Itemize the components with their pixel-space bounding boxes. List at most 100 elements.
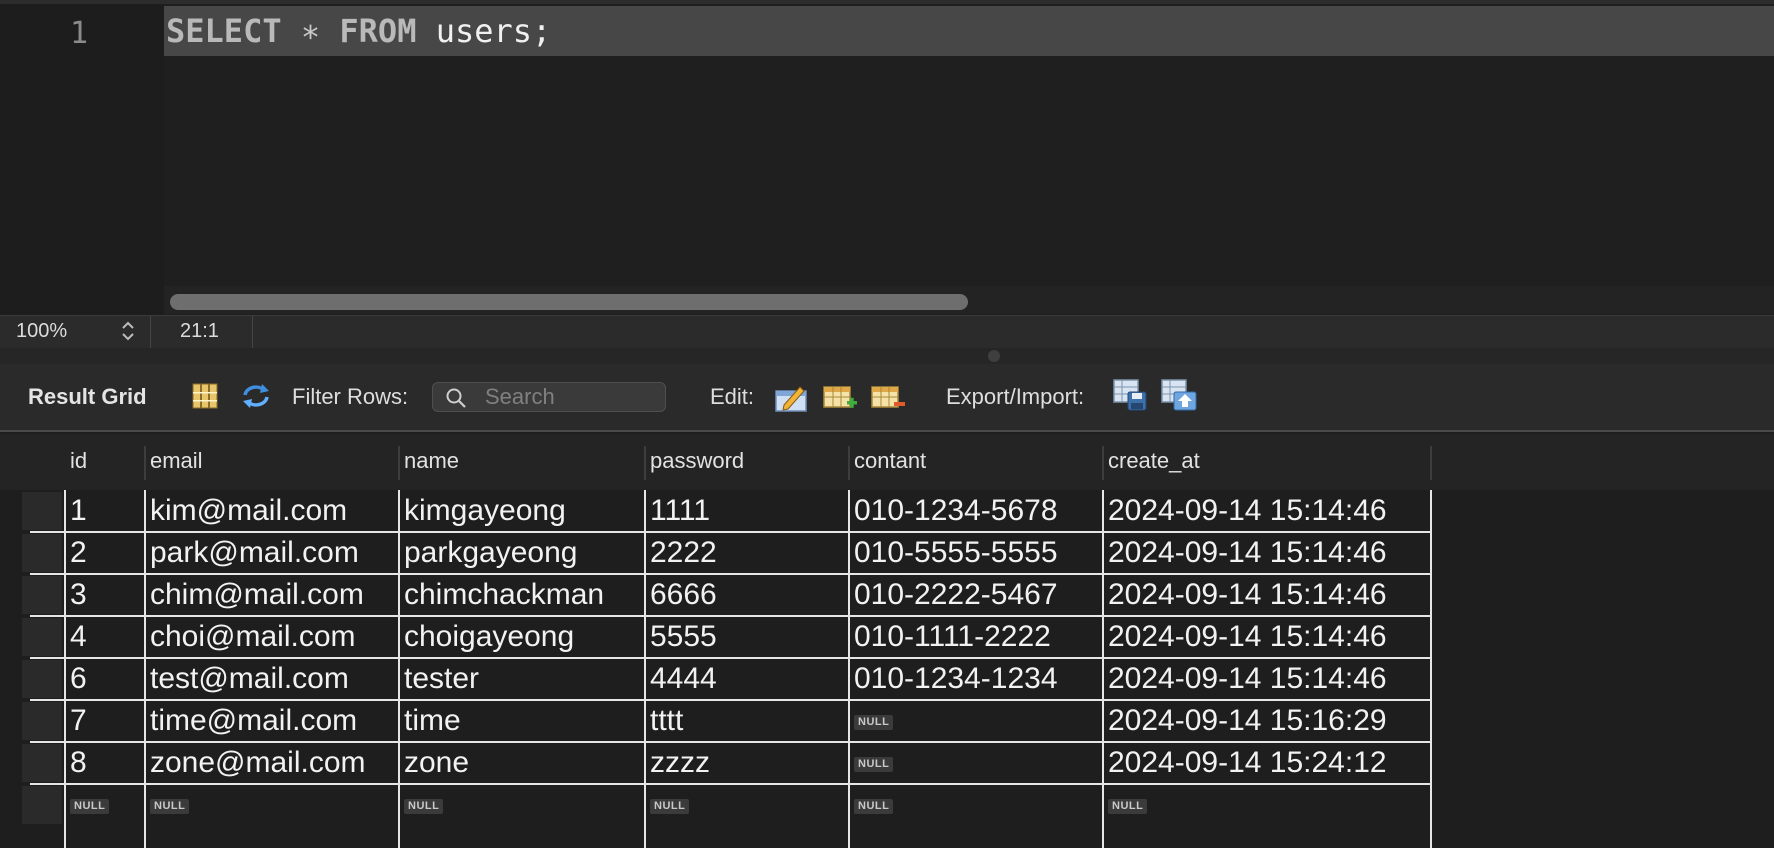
cell-create-at[interactable]: 2024-09-14 15:14:46 [1108,490,1428,532]
cell-contant[interactable]: NULL [854,742,1100,784]
editor-horizontal-scrollbar[interactable] [164,286,1774,314]
filter-search-box[interactable] [432,382,666,412]
row-selector[interactable] [22,786,62,824]
table-row[interactable]: 3 chim@mail.com chimchackman 6666 010-2222-5… [0,574,1774,616]
header-divider[interactable] [848,446,850,480]
cell-create-at[interactable]: NULL [1108,784,1428,826]
cell-password[interactable]: 5555 [650,616,846,658]
cell-id[interactable]: 7 [70,700,142,742]
cell-id[interactable]: 8 [70,742,142,784]
grid-layout-icon[interactable] [190,381,220,411]
header-divider[interactable] [644,446,646,480]
delete-row-icon[interactable] [870,381,906,413]
panel-splitter[interactable] [0,348,1774,364]
cell-id[interactable]: 2 [70,532,142,574]
column-header-contant[interactable]: contant [854,448,926,474]
cell-name[interactable]: time [404,700,642,742]
cell-email[interactable]: test@mail.com [150,658,396,700]
current-code-line[interactable]: SELECT ∗ FROM users; [164,6,1774,56]
cell-name[interactable]: NULL [404,784,642,826]
cell-create-at[interactable]: 2024-09-14 15:14:46 [1108,658,1428,700]
cell-id[interactable]: 1 [70,490,142,532]
mysql-workbench-window: 1 SELECT ∗ FROM users; 100% 21:1 Result … [0,0,1774,848]
table-row[interactable]: 7 time@mail.com time tttt NULL 2024-09-14 15:… [0,700,1774,742]
cell-email[interactable]: kim@mail.com [150,490,396,532]
zoom-stepper[interactable] [116,318,140,346]
cell-create-at[interactable]: 2024-09-14 15:14:46 [1108,574,1428,616]
cell-email[interactable]: NULL [150,784,396,826]
null-badge: NULL [854,756,894,772]
cell-email[interactable]: time@mail.com [150,700,396,742]
sql-editor[interactable]: 1 SELECT ∗ FROM users; [0,0,1774,315]
cell-contant[interactable]: 010-1111-2222 [854,616,1100,658]
add-row-icon[interactable] [822,381,858,413]
cell-contant[interactable]: 010-1234-5678 [854,490,1100,532]
column-header-name[interactable]: name [404,448,459,474]
cell-create-at[interactable]: 2024-09-14 15:14:46 [1108,616,1428,658]
cell-email[interactable]: choi@mail.com [150,616,396,658]
cell-contant[interactable]: 010-5555-5555 [854,532,1100,574]
refresh-icon[interactable] [240,381,270,411]
table-row[interactable]: 6 test@mail.com tester 4444 010-1234-1234 202… [0,658,1774,700]
export-icon[interactable] [1112,378,1148,412]
edit-row-icon[interactable] [774,381,808,413]
cell-create-at[interactable]: 2024-09-14 15:24:12 [1108,742,1428,784]
column-header-password[interactable]: password [650,448,744,474]
table-row[interactable]: 2 park@mail.com parkgayeong 2222 010-5555-55… [0,532,1774,574]
cell-create-at[interactable]: 2024-09-14 15:14:46 [1108,532,1428,574]
cell-email[interactable]: chim@mail.com [150,574,396,616]
cell-password[interactable]: 1111 [650,490,846,532]
result-grid[interactable]: id email name password contant create_at… [0,430,1774,848]
header-divider[interactable] [1430,446,1432,480]
cell-password[interactable]: 6666 [650,574,846,616]
cell-id[interactable]: 6 [70,658,142,700]
cell-contant[interactable]: 010-1234-1234 [854,658,1100,700]
cell-name[interactable]: kimgayeong [404,490,642,532]
cell-create-at[interactable]: 2024-09-14 15:16:29 [1108,700,1428,742]
search-input[interactable] [485,383,661,411]
column-header-id[interactable]: id [70,448,87,474]
cell-value: 010-1111-2222 [854,620,1051,653]
row-separator [30,573,1430,575]
cell-name[interactable]: choigayeong [404,616,642,658]
column-header-create-at[interactable]: create_at [1108,448,1200,474]
cell-name[interactable]: tester [404,658,642,700]
import-icon[interactable] [1160,378,1198,412]
cell-password[interactable]: zzzz [650,742,846,784]
row-selector[interactable] [22,618,62,656]
cell-value: 1 [70,494,87,527]
row-selector[interactable] [22,660,62,698]
table-row[interactable]: 4 choi@mail.com choigayeong 5555 010-1111-22… [0,616,1774,658]
cell-name[interactable]: zone [404,742,642,784]
cell-id[interactable]: 3 [70,574,142,616]
scrollbar-thumb[interactable] [170,294,968,310]
cell-contant[interactable]: NULL [854,700,1100,742]
cell-password[interactable]: 4444 [650,658,846,700]
cell-contant[interactable]: NULL [854,784,1100,826]
cell-password[interactable]: NULL [650,784,846,826]
table-row[interactable]: 8 zone@mail.com zone zzzz NULL 2024-09-14 15:… [0,742,1774,784]
cell-value: 010-5555-5555 [854,536,1058,569]
cell-password[interactable]: 2222 [650,532,846,574]
cell-email[interactable]: park@mail.com [150,532,396,574]
row-selector[interactable] [22,576,62,614]
header-divider[interactable] [144,446,146,480]
column-header-email[interactable]: email [150,448,203,474]
chevron-up-down-icon [122,321,134,341]
row-selector[interactable] [22,744,62,782]
cell-name[interactable]: parkgayeong [404,532,642,574]
table-row[interactable]: 1 kim@mail.com kimgayeong 1111 010-1234-5678… [0,490,1774,532]
table-row[interactable]: NULL NULL NULL NULL NULL NULL [0,784,1774,826]
cell-name[interactable]: chimchackman [404,574,642,616]
row-selector[interactable] [22,492,62,530]
splitter-handle[interactable] [988,350,1000,362]
cell-id[interactable]: 4 [70,616,142,658]
row-selector[interactable] [22,534,62,572]
header-divider[interactable] [398,446,400,480]
cell-email[interactable]: zone@mail.com [150,742,396,784]
cell-contant[interactable]: 010-2222-5467 [854,574,1100,616]
cell-password[interactable]: tttt [650,700,846,742]
header-divider[interactable] [1102,446,1104,480]
row-selector[interactable] [22,702,62,740]
cell-id[interactable]: NULL [70,784,142,826]
